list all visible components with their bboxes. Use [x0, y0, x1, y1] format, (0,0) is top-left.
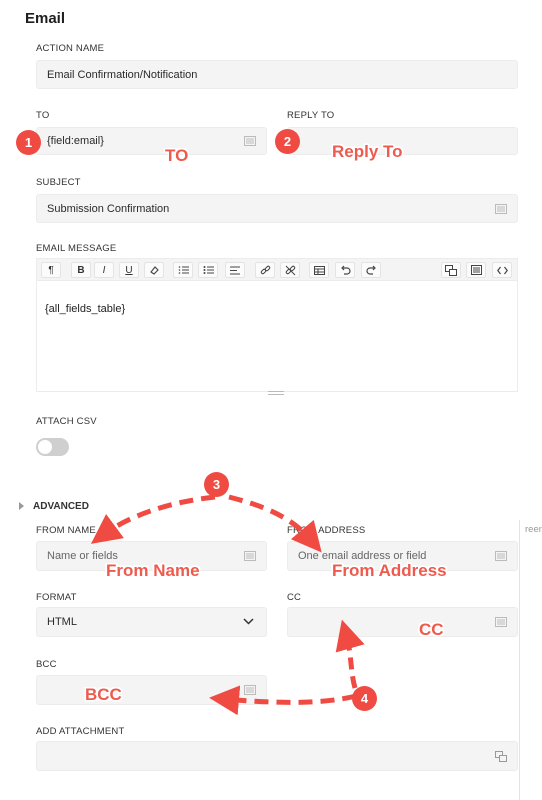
format-label: FORMAT [36, 592, 77, 603]
cc-label: CC [287, 592, 302, 603]
fields-icon[interactable] [466, 262, 486, 278]
bcc-input[interactable] [36, 675, 267, 705]
attach-csv-label: ATTACH CSV [36, 416, 97, 427]
arrow-from-name [90, 494, 216, 544]
badge-2: 2 [275, 129, 300, 154]
italic-icon[interactable]: I [94, 262, 114, 278]
editor-resize-handle[interactable] [268, 391, 284, 395]
merge-tags-icon[interactable] [441, 262, 461, 278]
action-name-label: ACTION NAME [36, 43, 105, 54]
badge-3: 3 [204, 472, 229, 497]
to-input[interactable]: {field:email} [36, 127, 267, 155]
email-message-editor[interactable]: {all_fields_table} [36, 280, 518, 392]
redo-icon[interactable] [361, 262, 381, 278]
action-name-input[interactable]: Email Confirmation/Notification [36, 60, 518, 89]
note-from-address: From Address [332, 561, 447, 580]
ordered-list-icon[interactable] [173, 262, 193, 278]
to-label: TO [36, 110, 50, 121]
note-cc: CC [419, 620, 444, 639]
toggle-knob [38, 440, 52, 454]
add-attachment-input[interactable] [36, 741, 518, 771]
unlink-icon[interactable] [280, 262, 300, 278]
undo-icon[interactable] [335, 262, 355, 278]
badge-4: 4 [352, 686, 377, 711]
subject-input[interactable]: Submission Confirmation [36, 194, 518, 223]
link-icon[interactable] [255, 262, 275, 278]
subject-label: SUBJECT [36, 177, 81, 188]
note-from-name: From Name [106, 561, 200, 580]
panel-divider [519, 520, 520, 800]
advanced-toggle[interactable]: ADVANCED [33, 501, 89, 512]
caret-right-icon[interactable] [19, 502, 24, 510]
section-title: Email [25, 10, 66, 27]
table-icon[interactable] [309, 262, 329, 278]
bold-icon[interactable]: B [71, 262, 91, 278]
subject-value: Submission Confirmation [47, 202, 170, 215]
format-select[interactable]: HTML [36, 607, 267, 637]
bcc-label: BCC [36, 659, 57, 670]
format-value: HTML [47, 616, 77, 628]
action-name-value: Email Confirmation/Notification [47, 68, 198, 81]
merge-tag-icon[interactable] [244, 551, 256, 561]
merge-tag-icon[interactable] [244, 685, 256, 695]
email-message-content: {all_fields_table} [45, 303, 126, 315]
align-left-icon[interactable] [225, 262, 245, 278]
from-address-label: FROM ADDRESS [287, 525, 366, 536]
merge-tags-icon[interactable] [495, 751, 507, 762]
merge-tag-icon[interactable] [495, 617, 507, 627]
to-value: {field:email} [47, 135, 104, 147]
reply-to-label: REPLY TO [287, 110, 335, 121]
cc-input[interactable] [287, 607, 518, 637]
merge-tag-icon[interactable] [495, 551, 507, 561]
attach-csv-toggle[interactable] [36, 438, 69, 456]
code-icon[interactable] [492, 262, 512, 278]
from-name-label: FROM NAME [36, 525, 96, 536]
eraser-icon[interactable] [144, 262, 164, 278]
merge-tag-icon[interactable] [244, 136, 256, 146]
cutoff-text: reen [525, 524, 542, 535]
merge-tag-icon[interactable] [495, 203, 507, 214]
note-reply-to: Reply To [332, 142, 403, 161]
paragraph-icon[interactable]: ¶ [41, 262, 61, 278]
add-attachment-label: ADD ATTACHMENT [36, 726, 125, 737]
note-bcc: BCC [85, 685, 122, 704]
arrow-cc [335, 619, 365, 689]
underline-icon[interactable]: U [119, 262, 139, 278]
note-to: TO [165, 146, 189, 165]
chevron-down-icon [243, 616, 254, 628]
email-message-label: EMAIL MESSAGE [36, 243, 117, 254]
bullet-list-icon[interactable] [198, 262, 218, 278]
badge-1: 1 [16, 130, 41, 155]
editor-toolbar: ¶ B I U [36, 258, 518, 280]
